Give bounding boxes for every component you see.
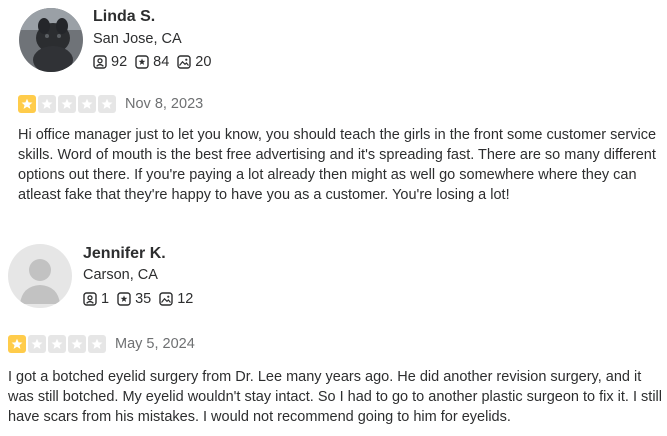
star-filled-icon xyxy=(18,95,36,113)
photo-icon xyxy=(159,292,173,306)
review-star-icon xyxy=(135,55,149,69)
reviewer-name[interactable]: Linda S. xyxy=(93,8,155,26)
star-empty-icon xyxy=(48,335,66,353)
review-date: May 5, 2024 xyxy=(115,336,195,352)
star-empty-icon xyxy=(58,95,76,113)
reviewer-stats: 1 35 12 xyxy=(83,291,201,307)
default-avatar-icon xyxy=(8,244,72,308)
friends-count: 1 xyxy=(101,291,110,307)
photos-count: 12 xyxy=(177,291,194,307)
friends-stat: 1 xyxy=(83,291,109,307)
user-photo xyxy=(19,8,83,72)
reviewer-location: Carson, CA xyxy=(83,267,158,283)
reviews-stat: 84 xyxy=(135,54,169,70)
friends-stat: 92 xyxy=(93,54,127,70)
star-empty-icon xyxy=(78,95,96,113)
star-empty-icon xyxy=(88,335,106,353)
friends-count: 92 xyxy=(111,54,128,70)
reviewer-stats: 92 84 20 xyxy=(93,54,219,70)
review-date: Nov 8, 2023 xyxy=(125,96,204,112)
photos-stat: 20 xyxy=(177,54,211,70)
friends-icon xyxy=(93,55,107,69)
review-text: Hi office manager just to let you know, … xyxy=(18,127,657,203)
star-filled-icon xyxy=(8,335,26,353)
rating-row: Nov 8, 2023 xyxy=(18,95,203,113)
star-empty-icon xyxy=(68,335,86,353)
star-rating xyxy=(18,95,118,113)
rating-row: May 5, 2024 xyxy=(8,335,195,353)
photo-icon xyxy=(177,55,191,69)
review-text: I got a botched eyelid surgery from Dr. … xyxy=(8,369,662,425)
star-rating xyxy=(8,335,108,353)
star-empty-icon xyxy=(98,95,116,113)
friends-icon xyxy=(83,292,97,306)
review-card: Jennifer K. Carson, CA 1 35 12 May 5, 20… xyxy=(0,230,667,436)
reviews-count: 84 xyxy=(153,54,170,70)
photos-stat: 12 xyxy=(159,291,193,307)
star-empty-icon xyxy=(38,95,56,113)
avatar[interactable] xyxy=(19,8,83,72)
reviews-count: 35 xyxy=(135,291,152,307)
review-star-icon xyxy=(117,292,131,306)
star-empty-icon xyxy=(28,335,46,353)
reviewer-location: San Jose, CA xyxy=(93,31,182,47)
photos-count: 20 xyxy=(195,54,212,70)
avatar[interactable] xyxy=(8,244,72,308)
review-card: Linda S. San Jose, CA 92 84 20 Nov 8, 20… xyxy=(0,0,667,230)
reviewer-name[interactable]: Jennifer K. xyxy=(83,245,166,263)
reviews-stat: 35 xyxy=(117,291,151,307)
